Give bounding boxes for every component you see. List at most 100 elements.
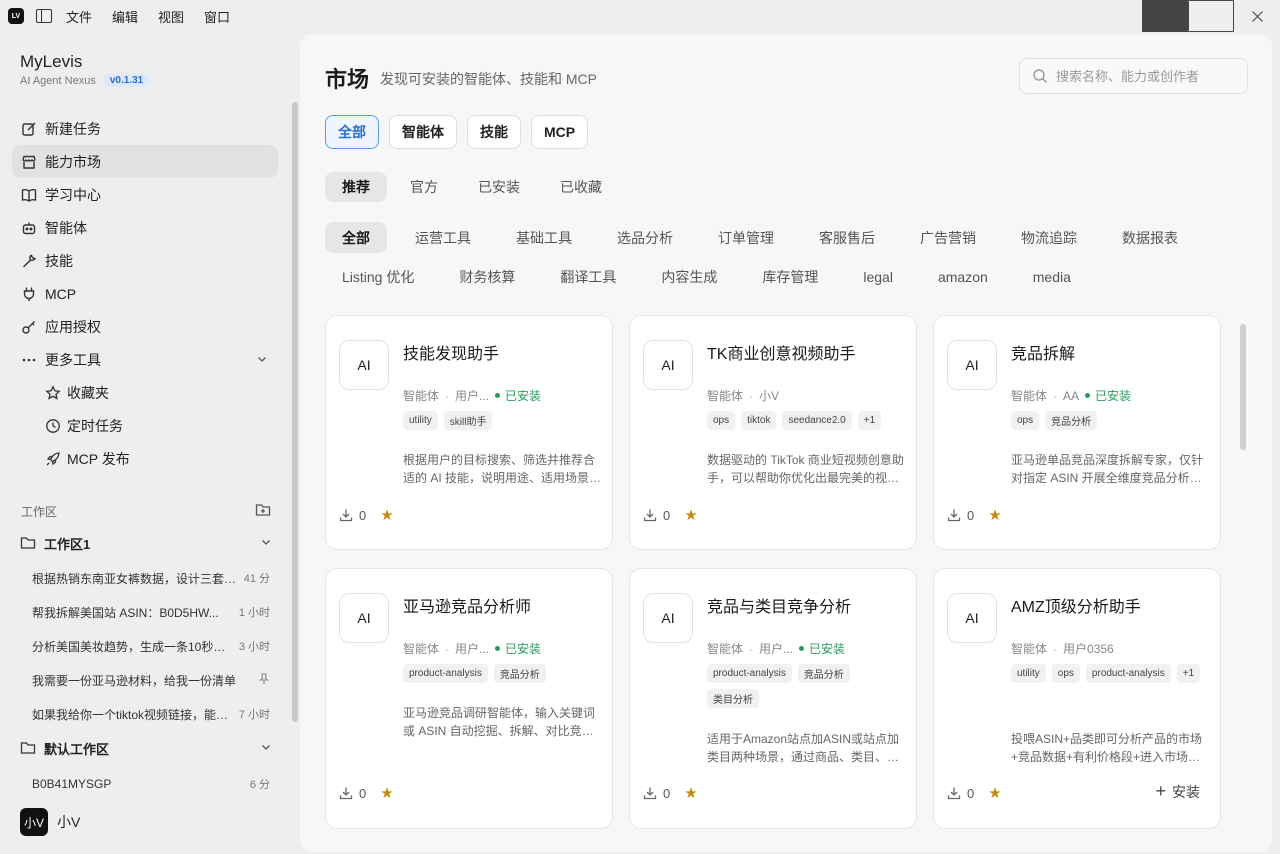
task-time: 3 小时	[238, 641, 270, 653]
sidebar-item-label: MCP	[45, 285, 77, 302]
sidebar-item-more-tools[interactable]: 更多工具	[12, 343, 278, 376]
sidebar-item-new-task[interactable]: 新建任务	[12, 112, 278, 145]
card-meta: 智能体 · 用户... 已安装	[403, 388, 542, 404]
category-chip[interactable]: legal	[846, 261, 910, 292]
sidebar-item-learning[interactable]: 学习中心	[12, 178, 278, 211]
card-avatar: AI	[947, 593, 997, 643]
task-title: 如果我给你一个tiktok视频链接，能分析吗	[32, 707, 233, 722]
task-item[interactable]: 帮我拆解美国站 ASIN：B0D5HW... 1 小时	[32, 603, 270, 621]
content-scrollbar[interactable]	[1240, 324, 1246, 450]
category-chip[interactable]: 选品分析	[600, 222, 690, 253]
category-chip[interactable]: amazon	[921, 261, 1005, 292]
star-icon[interactable]: ★	[684, 506, 697, 524]
star-icon[interactable]: ★	[988, 784, 1001, 802]
category-filters: 全部 运营工具 基础工具 选品分析 订单管理 客服售后 广告营销 物流追踪 数据…	[325, 222, 1225, 300]
star-icon[interactable]: ★	[380, 784, 393, 802]
category-chip[interactable]: 运营工具	[398, 222, 488, 253]
pin-icon[interactable]	[258, 672, 270, 688]
market-card[interactable]: AI 竞品拆解 智能体 · AA 已安装 ops 竞品分析 亚马逊单品竞品深度拆解…	[933, 315, 1221, 550]
close-button[interactable]	[1234, 0, 1280, 32]
sidebar-item-auth[interactable]: 应用授权	[12, 310, 278, 343]
sidebar-item-agents[interactable]: 智能体	[12, 211, 278, 244]
task-item[interactable]: 根据热销东南亚女裤数据，设计三套款式 41 分	[32, 569, 270, 587]
sidebar-item-skills[interactable]: 技能	[12, 244, 278, 277]
card-footer: 0 ★	[947, 784, 1002, 802]
card-avatar: AI	[643, 340, 693, 390]
tab-all[interactable]: 全部	[325, 115, 379, 149]
task-title: B0B41MYSGP	[32, 777, 112, 791]
tab-favorited[interactable]: 已收藏	[543, 172, 619, 202]
category-chip[interactable]: 内容生成	[644, 261, 734, 292]
card-description: 投喂ASIN+品类即可分析产品的市场+竞品数据+有利价格段+进入市场的策略建议。	[1011, 732, 1203, 764]
search-box[interactable]	[1019, 58, 1248, 94]
task-item[interactable]: B0B41MYSGP 6 分	[32, 775, 270, 793]
tab-agents[interactable]: 智能体	[389, 115, 457, 149]
sidebar-subitem-scheduled[interactable]: 定时任务	[12, 409, 278, 442]
user-profile[interactable]: 小V 小V	[20, 808, 80, 836]
star-icon[interactable]: ★	[684, 784, 697, 802]
install-button[interactable]: + 安装	[1155, 781, 1200, 802]
category-chip[interactable]: 翻译工具	[543, 261, 633, 292]
maximize-button[interactable]	[1188, 0, 1234, 32]
category-chip[interactable]: media	[1016, 261, 1088, 292]
menu-window[interactable]: 窗口	[204, 7, 230, 26]
card-type: 智能体	[403, 642, 440, 656]
download-icon	[947, 509, 961, 522]
sidebar-subitem-favorites[interactable]: 收藏夹	[12, 376, 278, 409]
key-icon	[21, 319, 37, 335]
category-chip[interactable]: 数据报表	[1105, 222, 1195, 253]
sidebar-toggle-icon[interactable]	[36, 9, 52, 23]
new-folder-icon[interactable]	[255, 502, 271, 521]
task-title: 我需要一份亚马逊材料，给我一份清单	[32, 673, 237, 688]
market-card[interactable]: AI 亚马逊竞品分析师 智能体 · 用户... 已安装 product-analy…	[325, 568, 613, 829]
star-icon[interactable]: ★	[380, 506, 393, 524]
card-type: 智能体	[1011, 642, 1048, 656]
store-icon	[21, 154, 37, 170]
market-card[interactable]: AI AMZ顶级分析助手 智能体 · 用户0356 utility ops pro…	[933, 568, 1221, 829]
category-chip[interactable]: 库存管理	[745, 261, 835, 292]
card-meta: 智能体 · 用户... 已安装	[707, 641, 846, 657]
category-chip[interactable]: Listing 优化	[325, 261, 431, 292]
menu-file[interactable]: 文件	[66, 7, 92, 26]
card-description: 亚马逊单品竞品深度拆解专家，仅针对指定 ASIN 开展全维度竞品分析报告。	[1011, 453, 1204, 485]
tab-recommended[interactable]: 推荐	[325, 172, 387, 202]
search-input[interactable]	[1056, 68, 1236, 84]
category-chip[interactable]: 广告营销	[903, 222, 993, 253]
category-chip[interactable]: 全部	[325, 222, 387, 253]
sidebar-item-market[interactable]: 能力市场	[12, 145, 278, 178]
sidebar-subitem-label: MCP 发布	[67, 450, 130, 467]
download-icon	[339, 787, 353, 800]
tab-official[interactable]: 官方	[393, 172, 455, 202]
market-card[interactable]: AI TK商业创意视频助手 智能体 · 小V ops tiktok seedanc…	[629, 315, 917, 550]
task-item[interactable]: 我需要一份亚马逊材料，给我一份清单	[32, 671, 270, 689]
workspace-group-1[interactable]: 工作区1	[20, 532, 272, 554]
title-bar: LV 文件 编辑 视图 窗口	[0, 0, 1280, 32]
menu-view[interactable]: 视图	[158, 7, 184, 26]
card-tags: product-analysis 竞品分析 类目分析	[707, 664, 907, 714]
sidebar-item-label: 应用授权	[45, 318, 101, 335]
category-chip[interactable]: 订单管理	[701, 222, 791, 253]
card-author: 用户0356	[1063, 642, 1114, 656]
tab-skills[interactable]: 技能	[467, 115, 521, 149]
task-item[interactable]: 如果我给你一个tiktok视频链接，能分析吗 7 小时	[32, 705, 270, 723]
sidebar-item-mcp[interactable]: MCP	[12, 277, 278, 310]
view-tabs: 推荐 官方 已安装 已收藏	[325, 172, 625, 202]
tag: 竞品分析	[797, 664, 850, 683]
tab-mcp[interactable]: MCP	[531, 115, 589, 149]
market-card[interactable]: AI 技能发现助手 智能体 · 用户... 已安装 utility skill助手…	[325, 315, 613, 550]
workspace-group-default[interactable]: 默认工作区	[20, 737, 272, 759]
download-count: 0	[359, 785, 367, 801]
star-icon[interactable]: ★	[988, 506, 1001, 524]
category-chip[interactable]: 客服售后	[802, 222, 892, 253]
workspace-group-name: 默认工作区	[44, 741, 110, 757]
sidebar-subitem-mcp-publish[interactable]: MCP 发布	[12, 442, 278, 475]
task-item[interactable]: 分析美国美妆趋势，生成一条10秒视频 3 小时	[32, 637, 270, 655]
sidebar-scrollbar[interactable]	[292, 102, 298, 722]
category-chip[interactable]: 基础工具	[499, 222, 589, 253]
category-chip[interactable]: 财务核算	[442, 261, 532, 292]
market-card[interactable]: AI 竞品与类目竞争分析 智能体 · 用户... 已安装 product-anal…	[629, 568, 917, 829]
menu-edit[interactable]: 编辑	[112, 7, 138, 26]
tab-installed[interactable]: 已安装	[461, 172, 537, 202]
category-chip[interactable]: 物流追踪	[1004, 222, 1094, 253]
minimize-button[interactable]	[1142, 0, 1188, 32]
